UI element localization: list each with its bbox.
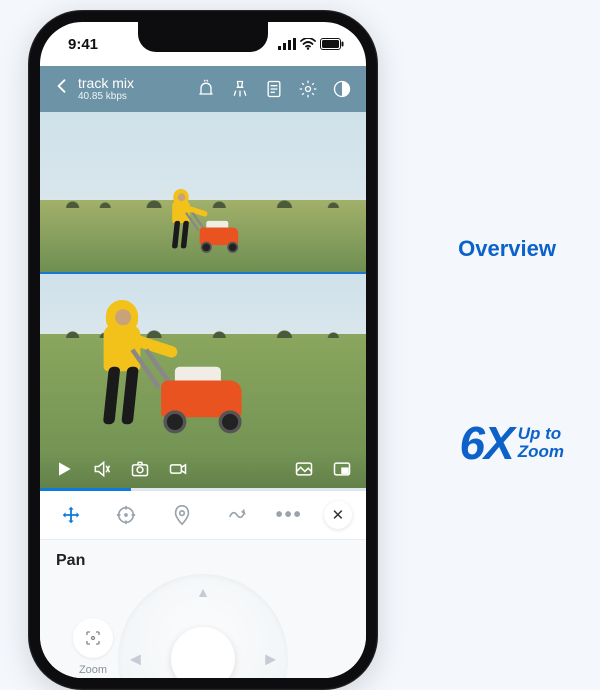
spotlight-icon[interactable] <box>228 77 252 101</box>
arrow-right-icon: ▶ <box>265 651 276 668</box>
record-button[interactable] <box>168 459 188 479</box>
phone-frame: 9:41 track mix 40.85 kbps <box>28 10 378 690</box>
contrast-icon[interactable] <box>330 77 354 101</box>
pip-button[interactable] <box>332 459 352 479</box>
media-controls <box>40 450 366 488</box>
zoom-label: Zoom <box>79 664 107 676</box>
zoom-button[interactable]: Zoom <box>62 618 124 676</box>
camera-title-block[interactable]: track mix 40.85 kbps <box>78 76 134 102</box>
ptz-close-button[interactable]: ✕ <box>324 501 352 529</box>
zoom-icon <box>73 618 113 658</box>
gallery-button[interactable] <box>294 459 314 479</box>
ptz-tab-track[interactable] <box>109 498 143 532</box>
clip-icon[interactable] <box>262 77 286 101</box>
arrow-up-icon: ▲ <box>196 584 210 600</box>
ptz-joystick[interactable]: ▲ ▼ ◀ ▶ <box>118 574 288 678</box>
app-top-bar: track mix 40.85 kbps <box>40 66 366 112</box>
zoom-video-feed[interactable] <box>40 272 366 488</box>
joystick-thumb[interactable] <box>171 627 235 678</box>
status-indicators <box>278 38 344 50</box>
ptz-panel-title: Pan <box>56 552 350 570</box>
play-button[interactable] <box>54 459 74 479</box>
zoom-text-line1: Up to <box>518 425 564 443</box>
ptz-tab-preset[interactable] <box>165 498 199 532</box>
battery-icon <box>320 38 344 50</box>
ptz-tab-more[interactable]: ••• <box>276 504 303 527</box>
overview-video-feed[interactable] <box>40 112 366 272</box>
arrow-left-icon: ◀ <box>130 651 141 668</box>
ptz-panel: Pan Zoom ▲ ▼ ◀ ▶ <box>40 540 366 678</box>
ptz-tab-patrol[interactable] <box>220 498 254 532</box>
camera-name: track mix <box>78 76 134 91</box>
snapshot-button[interactable] <box>130 459 150 479</box>
phone-notch <box>138 22 268 52</box>
status-time: 9:41 <box>68 36 98 53</box>
bitrate-label: 40.85 kbps <box>78 91 134 102</box>
playback-progress[interactable] <box>40 488 366 491</box>
cellular-icon <box>278 38 296 50</box>
mute-button[interactable] <box>92 459 112 479</box>
marketing-label-overview: Overview <box>458 236 556 262</box>
zoom-text-line2: Zoom <box>518 443 564 461</box>
ptz-tab-move[interactable] <box>54 498 88 532</box>
siren-icon[interactable] <box>194 77 218 101</box>
marketing-label-zoom: 6X Up to Zoom <box>459 416 564 470</box>
wifi-icon <box>300 38 316 50</box>
phone-screen: 9:41 track mix 40.85 kbps <box>40 22 366 678</box>
back-button[interactable] <box>48 76 76 102</box>
settings-icon[interactable] <box>296 77 320 101</box>
ptz-tab-strip: ••• ✕ <box>40 491 366 539</box>
zoom-multiplier: 6X <box>459 416 513 470</box>
